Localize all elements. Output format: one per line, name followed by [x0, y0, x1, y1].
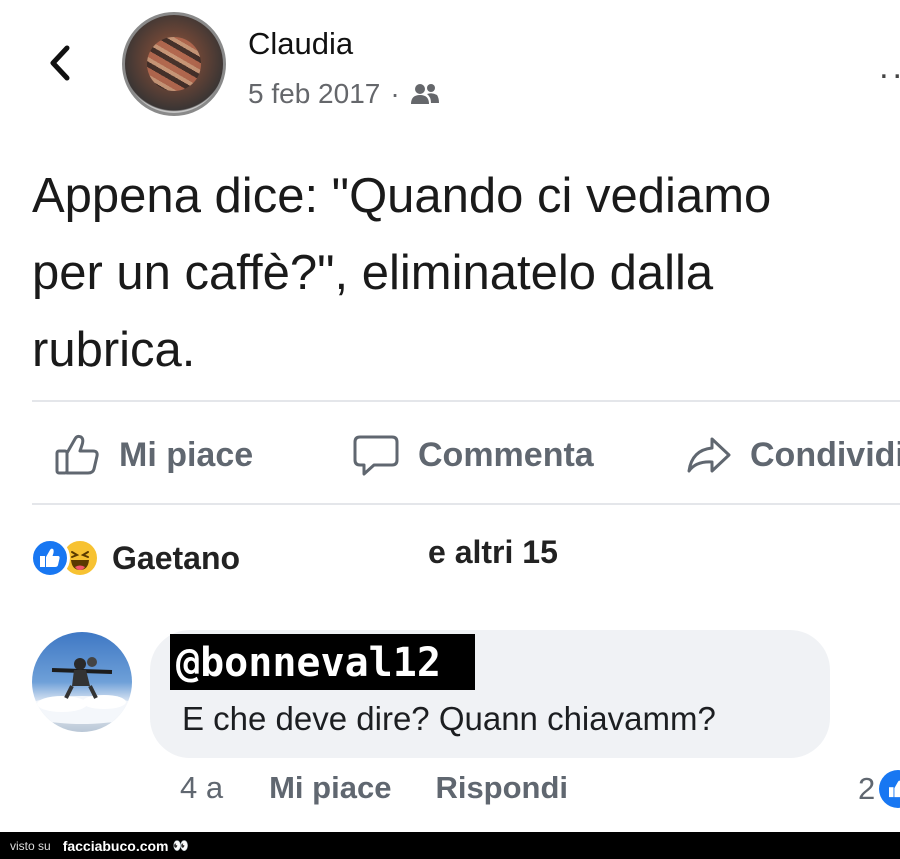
comment-reply-button[interactable]: Rispondi	[435, 770, 568, 806]
post-header: Claudia 5 feb 2017 · ..	[0, 0, 900, 130]
like-label: Mi piace	[119, 435, 254, 474]
speech-bubble-icon	[353, 435, 399, 476]
watermark-prefix: visto su	[10, 838, 51, 853]
meta-separator: ·	[390, 78, 400, 109]
comment-text: E che deve dire? Quann chiavamm?	[182, 700, 716, 737]
post-text-line: rubrica.	[32, 323, 196, 377]
post-date[interactable]: 5 feb 2017	[248, 78, 380, 110]
like-button[interactable]: Mi piace	[55, 408, 253, 502]
post-actions: Mi piace Commenta Condividi	[0, 408, 900, 502]
reactor-name[interactable]: Gaetano	[112, 540, 240, 577]
author-avatar[interactable]	[122, 12, 226, 116]
watermark-site: facciabuco.com	[62, 837, 169, 854]
comment-button[interactable]: Commenta	[352, 408, 594, 502]
author-name[interactable]: Claudia	[248, 26, 353, 62]
post-text-line: Appena dice: "Quando ci vediamo	[32, 169, 772, 223]
comment-reaction-count: 2	[858, 771, 876, 806]
like-reaction-icon	[879, 770, 900, 808]
eyes-icon: 👀	[172, 837, 189, 853]
share-button[interactable]: Condividi	[686, 408, 900, 502]
share-label: Condividi	[750, 435, 900, 474]
comment-bubble: @bonneval12 E che deve dire? Quann chiav…	[150, 630, 830, 758]
thumbs-up-icon	[55, 434, 99, 475]
comment-author[interactable]: @bonneval12	[170, 634, 475, 690]
post-meta: 5 feb 2017 ·	[248, 78, 440, 110]
commenter-avatar[interactable]	[32, 632, 132, 732]
divider	[32, 503, 900, 505]
share-arrow-icon	[687, 437, 731, 473]
chevron-left-icon	[50, 45, 70, 81]
post-text-line: per un caffè?", eliminatelo dalla	[32, 246, 714, 300]
reactor-others[interactable]: e altri 15	[428, 534, 558, 571]
like-reaction-icon	[30, 538, 70, 578]
comment-timestamp[interactable]: 4 a	[180, 770, 223, 806]
reactions-summary[interactable]: Gaetano	[30, 530, 240, 586]
back-button[interactable]	[40, 38, 80, 88]
comment-like-button[interactable]: Mi piace	[269, 770, 391, 806]
post-body: Appena dice: "Quando ci vediamo per un c…	[32, 158, 900, 389]
friends-audience-icon	[410, 83, 440, 105]
avatar-photo	[147, 37, 201, 91]
comment-reactions[interactable]: 2	[858, 770, 900, 808]
skydiver-photo	[32, 657, 132, 724]
more-options-button[interactable]: ..	[879, 48, 900, 87]
watermark-bar: visto su facciabuco.com 👀	[0, 832, 900, 859]
divider	[32, 400, 900, 402]
comment-actions: 4 a Mi piace Rispondi	[180, 770, 568, 806]
comment-label: Commenta	[418, 435, 594, 474]
